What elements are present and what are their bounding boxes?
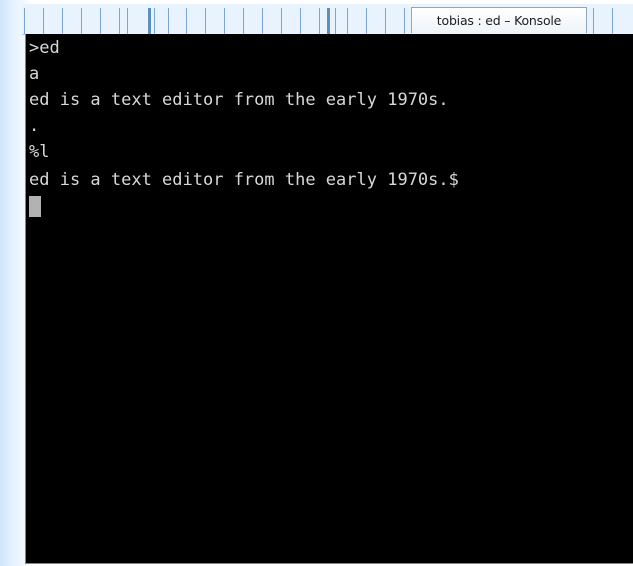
taskbar-separator xyxy=(300,8,301,34)
taskbar: tobias : ed – Konsole xyxy=(22,4,633,35)
terminal-line: a xyxy=(29,64,40,84)
taskbar-separator xyxy=(327,8,330,34)
terminal-line: ed is a text editor from the early 1970s… xyxy=(29,90,449,110)
taskbar-separator xyxy=(43,8,44,34)
terminal-line: %l xyxy=(29,142,50,162)
taskbar-separator xyxy=(243,8,244,34)
taskbar-separator xyxy=(119,8,120,34)
taskbar-separator xyxy=(100,8,101,34)
taskbar-separator xyxy=(24,8,25,34)
window-title: tobias : ed – Konsole xyxy=(436,13,562,28)
taskbar-separator xyxy=(281,8,282,34)
taskbar-separator xyxy=(81,8,82,34)
taskbar-separator xyxy=(168,8,169,34)
terminal-line: ed is a text editor from the early 1970s… xyxy=(29,170,459,190)
terminal-line: >ed xyxy=(29,38,60,58)
taskbar-separator xyxy=(366,8,367,34)
terminal-output[interactable]: >ed a ed is a text editor from the early… xyxy=(25,34,633,564)
taskbar-separator xyxy=(335,8,336,34)
taskbar-separator xyxy=(612,8,613,34)
taskbar-separator xyxy=(347,8,348,34)
taskbar-separator xyxy=(205,8,206,34)
taskbar-separator xyxy=(404,8,405,34)
taskbar-separator xyxy=(186,8,187,34)
taskbar-separator xyxy=(154,8,155,34)
taskbar-separator xyxy=(62,8,63,34)
text-cursor xyxy=(29,196,41,217)
taskbar-separator xyxy=(385,8,386,34)
taskbar-separator xyxy=(319,8,320,34)
taskbar-separator xyxy=(127,8,128,34)
taskbar-separator xyxy=(593,8,594,34)
taskbar-separator xyxy=(224,8,225,34)
desktop-frame: tobias : ed – Konsole >ed a ed is a text… xyxy=(0,0,633,566)
konsole-window-tab[interactable]: tobias : ed – Konsole xyxy=(411,7,587,33)
terminal-line: . xyxy=(29,116,40,136)
taskbar-separator xyxy=(262,8,263,34)
taskbar-separator xyxy=(148,8,151,34)
